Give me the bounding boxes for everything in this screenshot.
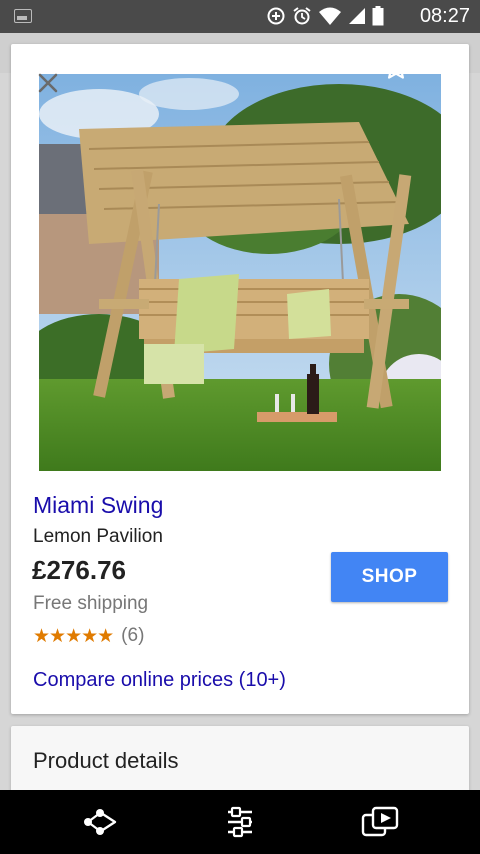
battery-icon <box>372 6 384 26</box>
product-title[interactable]: Miami Swing <box>33 492 163 519</box>
alarm-icon <box>293 7 311 25</box>
status-icons <box>266 6 384 26</box>
shipping-info: Free shipping <box>33 593 149 614</box>
notification-image-icon <box>14 9 32 23</box>
open-in-icon[interactable] <box>361 806 401 838</box>
shop-button[interactable]: SHOP <box>331 552 448 602</box>
more-vert-icon[interactable] <box>442 54 458 82</box>
close-icon[interactable] <box>36 71 60 95</box>
data-saver-icon <box>267 7 285 25</box>
product-price: £276.76 <box>32 555 126 585</box>
compare-prices-link[interactable]: Compare online prices (10+) <box>33 669 286 692</box>
star-outline-icon[interactable] <box>382 54 410 82</box>
tune-icon[interactable] <box>220 806 260 838</box>
review-count[interactable]: (6) <box>121 625 144 647</box>
product-details-title: Product details <box>33 748 179 773</box>
merchant-name: Lemon Pavilion <box>33 526 163 547</box>
product-image[interactable] <box>39 74 441 471</box>
bottom-action-bar <box>0 790 480 854</box>
signal-icon <box>349 8 365 24</box>
share-icon[interactable] <box>78 806 118 838</box>
status-bar: 08:27 <box>0 0 480 33</box>
rating: ★★★★★ (6) <box>33 625 144 647</box>
wifi-icon <box>319 7 341 25</box>
status-time: 08:27 <box>419 5 470 27</box>
rating-stars: ★★★★★ <box>33 625 114 647</box>
